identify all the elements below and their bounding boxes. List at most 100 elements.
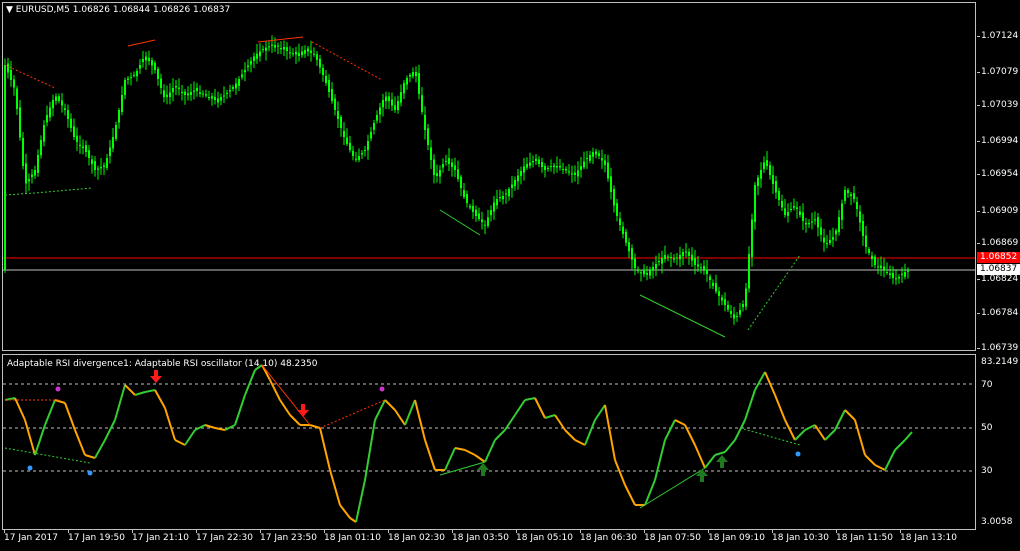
candle-body <box>697 264 699 267</box>
candle-body <box>10 69 12 80</box>
candle-body <box>40 140 42 156</box>
candle-body <box>454 165 456 170</box>
candle-body <box>349 142 351 150</box>
oscillator-segment <box>329 469 341 506</box>
candle-body <box>235 83 237 89</box>
candle-body <box>355 158 357 160</box>
osc-bull-divergence-line <box>4 447 91 464</box>
candle-body <box>799 211 801 215</box>
candle-body <box>436 173 438 176</box>
candle-body <box>847 190 849 193</box>
oscillator-segment <box>474 454 486 463</box>
candle-body <box>565 168 567 171</box>
candle-body <box>406 78 408 85</box>
oscillator-segment <box>84 454 96 459</box>
candle-body <box>43 125 45 142</box>
candle-body <box>277 45 279 47</box>
oscillator-segment <box>104 419 116 441</box>
oscillator-segment <box>724 439 736 453</box>
candle-body <box>664 255 666 260</box>
candle-body <box>670 256 672 258</box>
oscillator-segment <box>279 399 291 416</box>
price-bear-divergence-line <box>127 39 156 47</box>
down-arrow-icon <box>297 404 309 417</box>
candle-body <box>496 199 498 206</box>
candle-body <box>448 158 450 164</box>
oscillator-segment <box>394 409 406 426</box>
candle-body <box>379 107 381 115</box>
candle-body <box>628 242 630 252</box>
candle-body <box>811 221 813 223</box>
candle-body <box>397 101 399 110</box>
candle-body <box>169 92 171 97</box>
candle-body <box>736 316 738 317</box>
oscillator-segment <box>254 364 263 371</box>
candle-body <box>70 118 72 128</box>
candle-body <box>556 166 558 168</box>
down-arrow-icon <box>150 370 162 383</box>
candle-body <box>598 153 600 156</box>
candle-body <box>694 258 696 265</box>
oscillator-segment <box>574 439 586 446</box>
candle-body <box>559 166 561 168</box>
candle-body <box>148 57 150 61</box>
candle-body <box>604 160 606 165</box>
candle-body <box>658 261 660 262</box>
price-bull-divergence-line <box>439 209 481 236</box>
oscillator-segment <box>464 449 476 456</box>
candle-body <box>205 94 207 96</box>
candle-body <box>358 156 360 161</box>
candle-body <box>676 257 678 259</box>
candle-body <box>73 126 75 137</box>
candle-body <box>781 200 783 208</box>
candle-body <box>583 161 585 168</box>
candle-body <box>487 217 489 226</box>
candle-body <box>793 206 795 208</box>
candle-body <box>466 194 468 203</box>
candle-body <box>433 159 435 175</box>
candle-body <box>7 63 9 73</box>
candle-body <box>637 270 639 272</box>
candle-body <box>340 117 342 128</box>
candle-body <box>202 93 204 95</box>
candle-body <box>814 219 816 221</box>
candle-body <box>646 273 648 275</box>
candle-body <box>727 304 729 310</box>
candle-body <box>544 166 546 170</box>
candle-body <box>748 254 750 289</box>
candle-body <box>376 115 378 121</box>
candle-body <box>508 189 510 197</box>
oscillator-segment <box>874 464 886 471</box>
candle-body <box>334 98 336 110</box>
candle-body <box>154 62 156 70</box>
candle-body <box>595 151 597 155</box>
candle-body <box>574 172 576 175</box>
oscillator-segment <box>614 459 626 486</box>
candle-body <box>382 100 384 108</box>
candle-body <box>232 87 234 89</box>
candle-body <box>4 65 6 270</box>
oscillator-segment <box>234 394 246 426</box>
candle-body <box>862 221 864 236</box>
candle-body <box>268 46 270 48</box>
candle-body <box>610 176 612 192</box>
candle-body <box>631 248 633 260</box>
candle-body <box>322 67 324 75</box>
candle-body <box>28 179 30 182</box>
candle-body <box>184 91 186 95</box>
candle-body <box>757 177 759 187</box>
candle-body <box>700 267 702 269</box>
candle-body <box>520 171 522 176</box>
candle-body <box>568 171 570 173</box>
candle-body <box>451 162 453 167</box>
candle-body <box>61 100 63 106</box>
oscillator-segment <box>114 384 126 421</box>
oscillator-segment <box>674 419 686 426</box>
candle-body <box>643 269 645 275</box>
candle-body <box>835 230 837 235</box>
oscillator-segment <box>134 391 146 396</box>
candle-body <box>223 95 225 97</box>
price-bull-divergence-line <box>639 294 726 338</box>
candle-body <box>367 141 369 151</box>
candle-body <box>823 237 825 243</box>
